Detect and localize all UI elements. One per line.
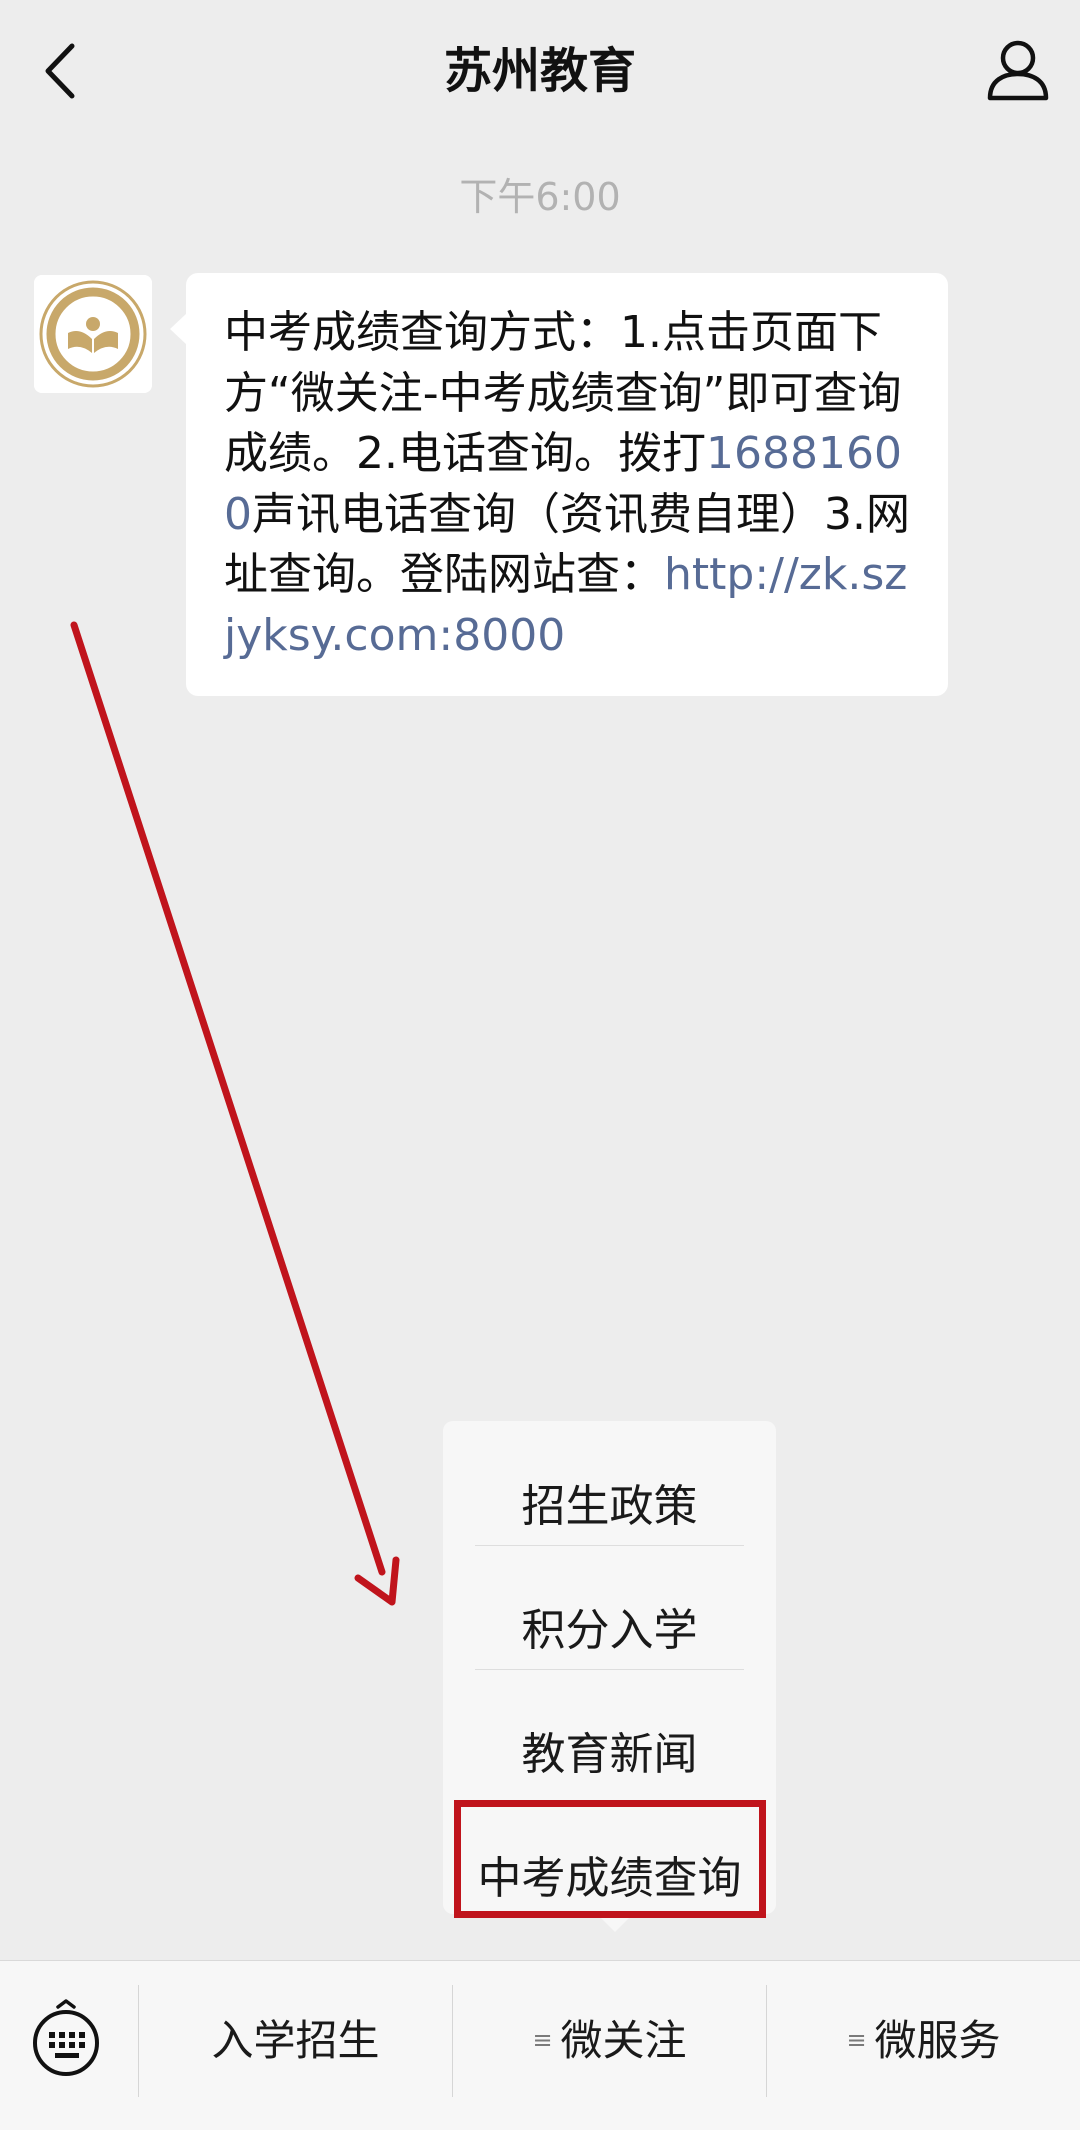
suzhou-education-logo [34, 275, 152, 393]
menu-tab-services[interactable]: ≡ 微服务 [767, 1985, 1080, 2097]
avatar[interactable] [34, 275, 152, 393]
menu-item-admission-policy[interactable]: 招生政策 [475, 1445, 744, 1569]
message-timestamp: 下午6:00 [459, 175, 621, 219]
menu-tab-label: 微关注 [560, 2016, 687, 2065]
profile-button[interactable] [982, 34, 1054, 106]
bottom-menu-bar: 入学招生 ≡ 微关注 ≡ 微服务 [0, 1960, 1080, 2130]
menu-tab-label: 微服务 [874, 2016, 1001, 2065]
keyboard-icon [33, 1999, 99, 2076]
divider [475, 1669, 744, 1670]
menu-tab-follow[interactable]: ≡ 微关注 [453, 1985, 766, 2097]
menu-item-points-admission[interactable]: 积分入学 [475, 1569, 744, 1693]
divider [475, 1545, 744, 1546]
menu-item-education-news[interactable]: 教育新闻 [475, 1693, 744, 1817]
menu-tab-admission[interactable]: 入学招生 [139, 1985, 452, 2097]
message-bubble: 中考成绩查询方式：1.点击页面下方“微关注-中考成绩查询”即可查询成绩。2.电话… [170, 273, 948, 696]
submenu-icon: ≡ [846, 2025, 867, 2054]
menu-tab-label: 入学招生 [211, 2016, 380, 2065]
page-title: 苏州教育 [443, 43, 636, 99]
user-icon [987, 40, 1049, 101]
submenu-icon: ≡ [532, 2025, 553, 2054]
keyboard-toggle-button[interactable] [30, 1997, 102, 2077]
submenu-popup: 招生政策 积分入学 教育新闻 中考成绩查询 [443, 1421, 776, 1932]
menu-item-exam-score-query[interactable]: 中考成绩查询 [475, 1817, 744, 1941]
nav-header: 苏州教育 [0, 0, 1080, 140]
